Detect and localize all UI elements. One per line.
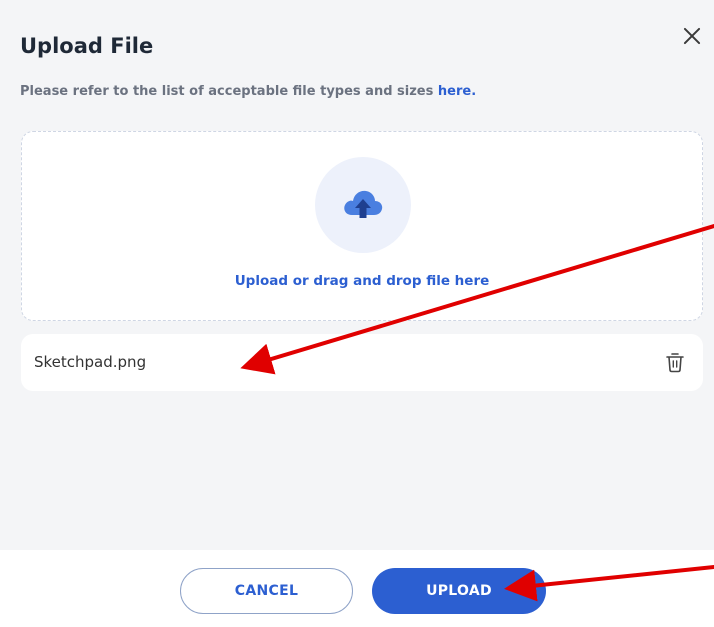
upload-dialog: Upload File Please refer to the list of … (0, 0, 714, 550)
cloud-upload-icon (344, 190, 383, 218)
upload-icon-circle (315, 157, 411, 253)
subtitle-text: Please refer to the list of acceptable f… (20, 84, 438, 99)
close-icon[interactable] (682, 26, 702, 46)
dropzone-text: Upload or drag and drop file here (234, 273, 490, 289)
dialog-subtitle: Please refer to the list of acceptable f… (20, 84, 476, 99)
dialog-title: Upload File (20, 34, 154, 58)
selected-file-row: Sketchpad.png (21, 334, 703, 391)
trash-icon[interactable] (665, 351, 685, 373)
file-name: Sketchpad.png (34, 353, 147, 371)
file-dropzone[interactable]: Upload or drag and drop file here (21, 131, 703, 321)
file-types-link[interactable]: here. (438, 84, 476, 99)
cancel-button[interactable]: CANCEL (180, 568, 353, 614)
upload-button[interactable]: UPLOAD (372, 568, 546, 614)
